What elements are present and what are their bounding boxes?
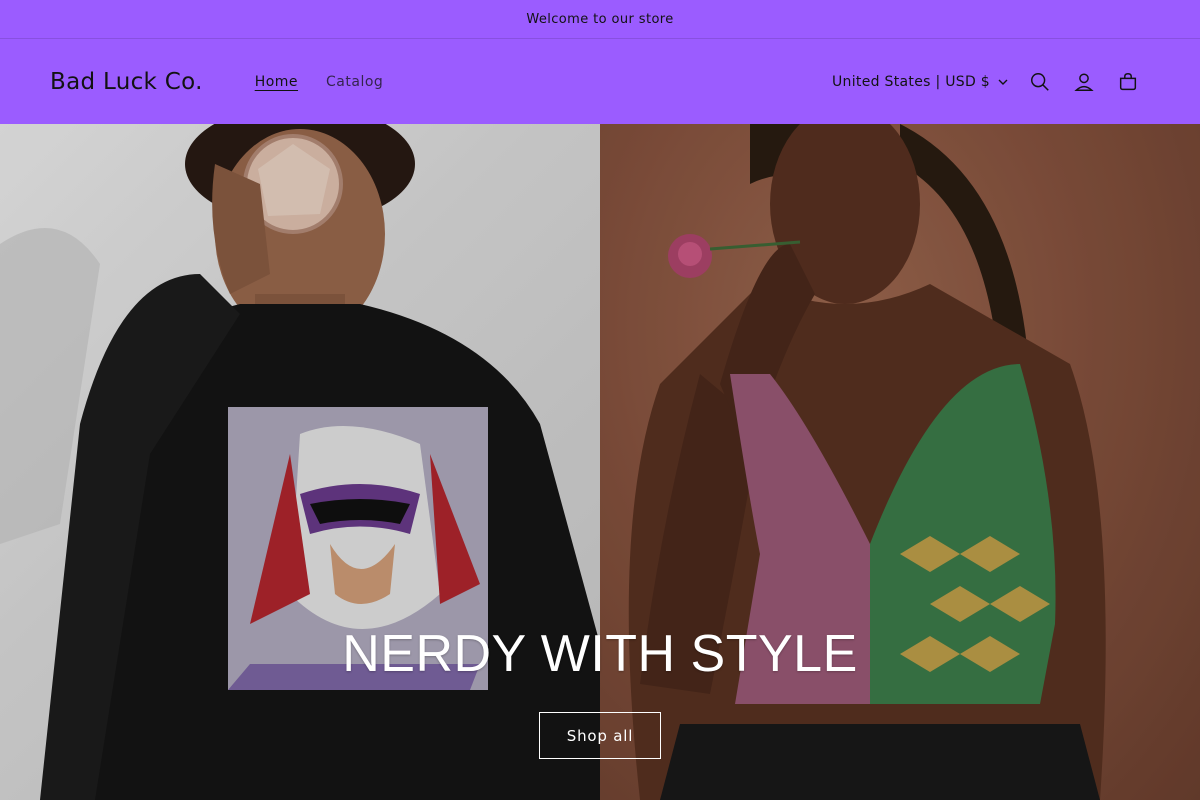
search-button[interactable] [1018, 60, 1062, 104]
cart-icon [1119, 72, 1137, 90]
nav-catalog[interactable]: Catalog [314, 68, 395, 96]
chevron-down-icon [998, 79, 1008, 85]
hero-title: NERDY WITH STYLE [342, 625, 858, 683]
store-logo[interactable]: Bad Luck Co. [50, 69, 203, 95]
hero-content: NERDY WITH STYLE Shop all [0, 624, 1200, 759]
nav-home[interactable]: Home [243, 68, 310, 96]
search-icon [1031, 72, 1049, 91]
main-nav: Home Catalog [243, 68, 396, 96]
announcement-text: Welcome to our store [526, 11, 674, 27]
country-selector[interactable]: United States | USD $ [832, 74, 1008, 90]
header-actions: United States | USD $ [832, 60, 1150, 104]
shop-all-button[interactable]: Shop all [539, 712, 661, 759]
country-selector-label: United States | USD $ [832, 73, 990, 90]
account-button[interactable] [1062, 60, 1106, 104]
site-header: Bad Luck Co. Home Catalog United States … [0, 39, 1200, 124]
hero-banner: NERDY WITH STYLE Shop all [0, 124, 1200, 800]
announcement-bar: Welcome to our store [0, 0, 1200, 39]
cart-button[interactable] [1106, 60, 1150, 104]
account-icon [1074, 72, 1094, 91]
